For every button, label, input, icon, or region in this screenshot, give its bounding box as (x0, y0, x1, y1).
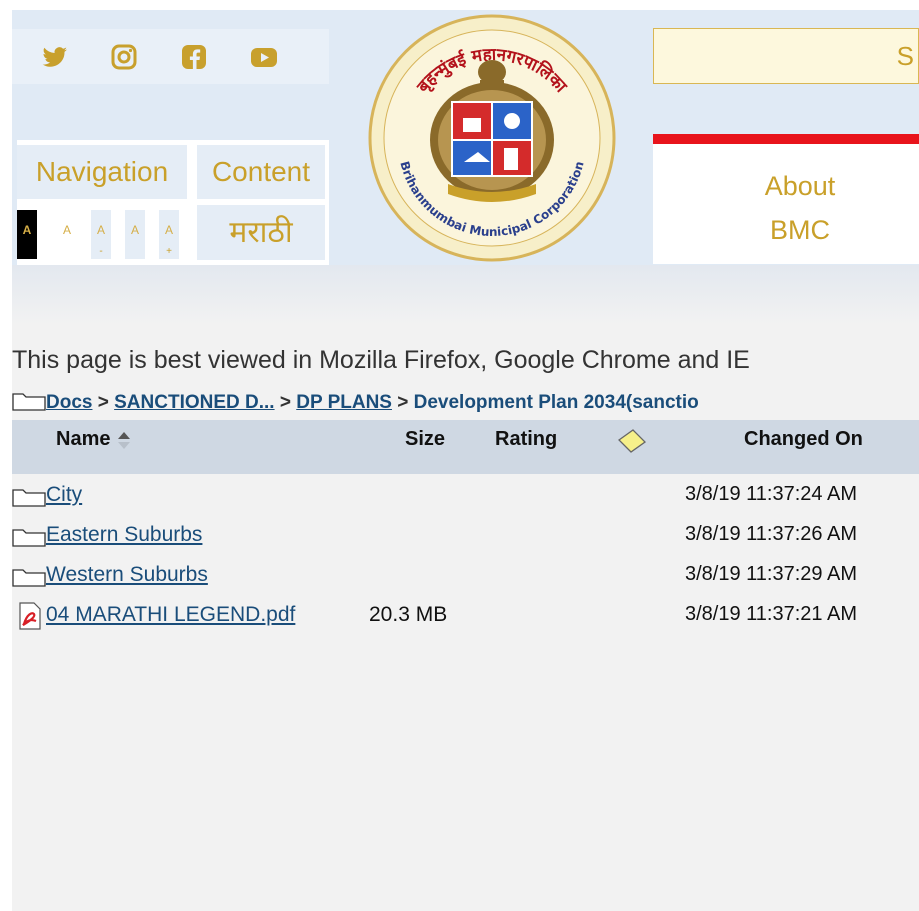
folder-icon (12, 525, 46, 552)
menu-about: About BMC (653, 144, 919, 264)
youtube-icon[interactable] (248, 41, 280, 73)
column-name-header[interactable]: Name (56, 428, 132, 451)
pdf-icon (18, 602, 42, 635)
font-label: A (164, 223, 173, 237)
table-row: City 3/8/19 11:37:24 AM (12, 477, 919, 517)
font-label: A (130, 223, 139, 237)
file-date: 3/8/19 11:37:21 AM (685, 603, 857, 625)
folder-icon (12, 485, 46, 512)
content-button[interactable]: Content (197, 145, 325, 199)
breadcrumb-separator: > (397, 392, 414, 414)
instagram-icon[interactable] (108, 41, 140, 73)
file-date: 3/8/19 11:37:24 AM (685, 483, 857, 505)
font-increase-button[interactable]: A + (159, 210, 179, 259)
breadcrumb-current: Development Plan 2034(sanctio (413, 392, 699, 414)
header-shadow (12, 265, 919, 325)
column-name-label: Name (56, 428, 111, 450)
font-label: A (96, 223, 105, 237)
navigation-button[interactable]: Navigation (17, 145, 187, 199)
breadcrumb-separator: > (97, 392, 115, 414)
breadcrumb-separator: > (279, 392, 297, 414)
font-reset-button[interactable]: A (125, 210, 145, 259)
file-size: 20.3 MB (369, 603, 448, 626)
sort-icon (118, 431, 131, 449)
font-label: A (22, 223, 32, 237)
breadcrumb: Docs > SANCTIONED D... > DP PLANS > Deve… (12, 389, 699, 417)
bmc-logo[interactable]: बृहन्मुंबई महानगरपालिका Brihanmumbai Mun… (368, 14, 616, 262)
table-row: Western Suburbs 3/8/19 11:37:29 AM (12, 557, 919, 597)
about-line-2: BMC (770, 215, 830, 245)
language-marathi-button[interactable]: मराठी (197, 205, 325, 260)
font-label: A (62, 223, 71, 237)
breadcrumb-sanctioned-link[interactable]: SANCTIONED D... (114, 392, 274, 413)
comment-icon[interactable] (615, 426, 649, 462)
font-sub: + (166, 246, 172, 257)
search-input[interactable]: S (653, 28, 919, 84)
left-margin (0, 0, 12, 911)
breadcrumb-docs-link[interactable]: Docs (46, 392, 92, 413)
file-date: 3/8/19 11:37:26 AM (685, 523, 857, 545)
file-link[interactable]: Western Suburbs (46, 563, 208, 587)
file-link[interactable]: 04 MARATHI LEGEND.pdf (46, 603, 295, 627)
page: Navigation Content A A A- A A + मराठी बृह… (0, 0, 919, 911)
facebook-icon[interactable] (178, 41, 210, 73)
file-date: 3/8/19 11:37:29 AM (685, 563, 857, 585)
font-contrast-button[interactable]: A (17, 210, 37, 259)
folder-icon (12, 389, 46, 417)
column-size-header[interactable]: Size (405, 428, 445, 451)
about-bmc-link[interactable]: About BMC (750, 164, 850, 252)
font-size-controls: A A A- A A + (17, 205, 187, 260)
browser-notice: This page is best viewed in Mozilla Fire… (12, 346, 750, 374)
font-normal-button[interactable]: A (57, 210, 77, 259)
table-header: Name Size Rating Changed On (12, 420, 919, 474)
file-link[interactable]: Eastern Suburbs (46, 523, 202, 547)
font-sub: - (99, 246, 103, 257)
font-decrease-button[interactable]: A- (91, 210, 111, 259)
twitter-icon[interactable] (38, 41, 70, 73)
table-row: Eastern Suburbs 3/8/19 11:37:26 AM (12, 517, 919, 557)
file-link[interactable]: City (46, 483, 82, 507)
column-changed-header[interactable]: Changed On (744, 428, 863, 451)
table-row: 04 MARATHI LEGEND.pdf 20.3 MB 3/8/19 11:… (12, 597, 919, 637)
about-line-1: About (764, 171, 836, 201)
social-bar (12, 29, 329, 84)
folder-icon (12, 565, 46, 592)
menu-accent-bar (653, 134, 919, 144)
search-text: S (896, 41, 914, 71)
column-rating-header[interactable]: Rating (495, 428, 557, 451)
breadcrumb-dp-plans-link[interactable]: DP PLANS (296, 392, 392, 413)
